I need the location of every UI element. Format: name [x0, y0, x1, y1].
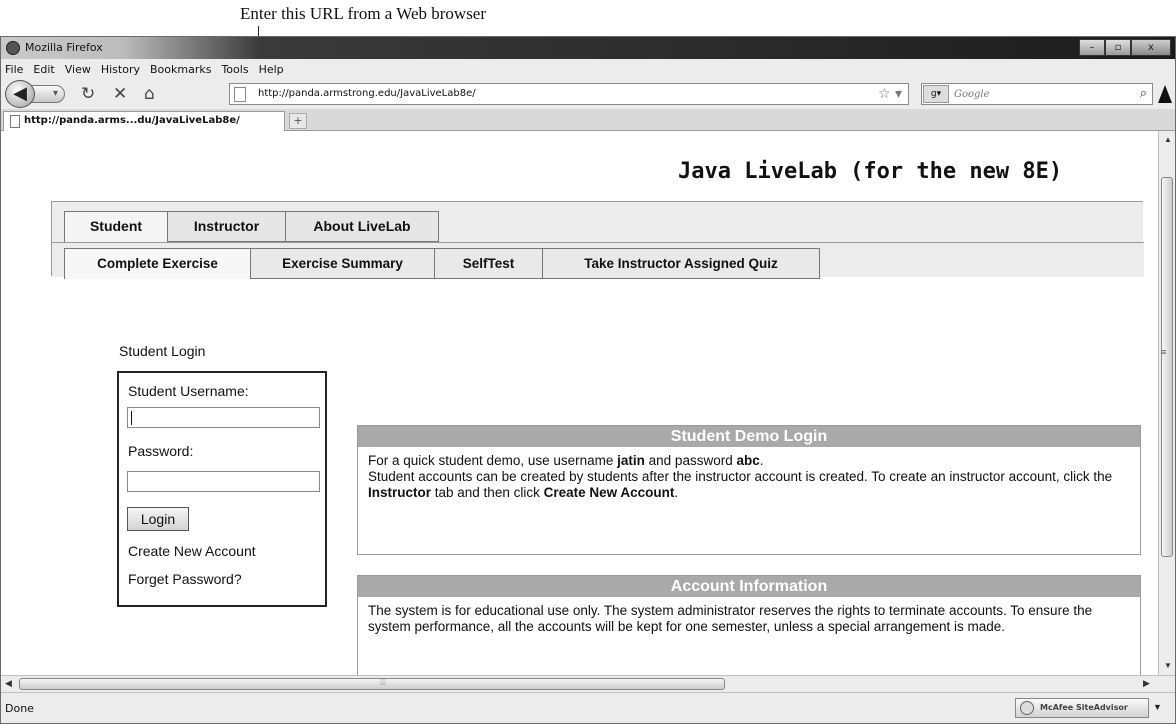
- horizontal-grip-icon: ⦙⦙⦙: [380, 677, 387, 687]
- demo-text-1: For a quick student demo, use username: [368, 453, 618, 468]
- scroll-left-arrow-icon[interactable]: ◀: [5, 678, 12, 689]
- demo-username: jatin: [617, 453, 645, 468]
- window-controls: – ▫ x: [1079, 39, 1171, 56]
- menu-bookmarks[interactable]: Bookmarks: [150, 63, 211, 76]
- tab-page-icon: [10, 115, 20, 128]
- stop-icon[interactable]: ✕: [113, 84, 127, 104]
- demo-create-word: Create New Account: [543, 485, 675, 500]
- account-information-title: Account Information: [358, 576, 1140, 597]
- scroll-right-arrow-icon[interactable]: ▶: [1143, 678, 1150, 689]
- scroll-up-arrow-icon[interactable]: ▲: [1164, 135, 1172, 144]
- browser-window: Mozilla Firefox – ▫ x File Edit View His…: [0, 36, 1176, 724]
- menu-edit[interactable]: Edit: [33, 63, 54, 76]
- reload-icon[interactable]: ↻: [81, 84, 95, 104]
- demo-text-3: .: [759, 453, 764, 468]
- student-demo-title: Student Demo Login: [358, 426, 1140, 447]
- minimize-button[interactable]: –: [1079, 39, 1105, 56]
- sub-tabs-row: Complete Exercise Exercise Summary SelfT…: [52, 242, 1144, 279]
- create-new-account-link[interactable]: Create New Account: [128, 543, 256, 559]
- tab-exercise-summary[interactable]: Exercise Summary: [250, 248, 434, 279]
- demo-instructor-word: Instructor: [368, 485, 432, 500]
- tab-panel: Student Instructor About LiveLab Complet…: [51, 201, 1144, 279]
- demo-password: abc: [736, 453, 760, 468]
- menu-file[interactable]: File: [5, 63, 23, 76]
- tab-take-instructor-assigned-quiz[interactable]: Take Instructor Assigned Quiz: [542, 248, 820, 279]
- url-annotation: Enter this URL from a Web browser: [240, 4, 487, 23]
- student-login-box: Student Username: Password: Login Create…: [117, 371, 327, 607]
- forward-dropdown-button[interactable]: ▾: [31, 85, 65, 103]
- page-icon: [234, 87, 246, 102]
- menu-view[interactable]: View: [65, 63, 91, 76]
- password-input[interactable]: [127, 471, 320, 492]
- new-tab-button[interactable]: +: [289, 113, 307, 129]
- forget-password-link[interactable]: Forget Password?: [128, 571, 242, 587]
- main-tabs: Student Instructor About LiveLab: [64, 211, 439, 242]
- google-icon[interactable]: g▾: [923, 85, 949, 103]
- navigation-toolbar: ▾ ◀ ↻ ✕ ⌂ http://panda.armstrong.edu/Jav…: [1, 79, 1175, 109]
- username-label: Student Username:: [128, 383, 249, 399]
- page-title: Java LiveLab (for the new 8E): [678, 159, 1063, 184]
- username-input[interactable]: [127, 407, 320, 428]
- page-content: Java LiveLab (for the new 8E) Student In…: [1, 131, 1158, 675]
- tab-student[interactable]: Student: [64, 211, 167, 242]
- horizontal-scroll-thumb[interactable]: ⦙⦙⦙: [19, 677, 725, 690]
- title-bar: Mozilla Firefox – ▫ x: [1, 37, 1175, 59]
- tab-selftest[interactable]: SelfTest: [434, 248, 542, 279]
- account-information-panel: Account Information The system is for ed…: [357, 575, 1141, 675]
- home-icon[interactable]: ⌂: [144, 84, 155, 104]
- browser-tab[interactable]: http://panda.arms...du/JavaLiveLab8e/: [3, 111, 285, 131]
- student-demo-text: For a quick student demo, use username j…: [358, 447, 1140, 501]
- scroll-down-arrow-icon[interactable]: ▼: [1164, 661, 1172, 670]
- horizontal-scrollbar[interactable]: ◀ ⦙⦙⦙ ▶: [1, 675, 1175, 692]
- menu-bar: File Edit View History Bookmarks Tools H…: [1, 59, 1175, 79]
- search-icon[interactable]: ⌕: [1140, 86, 1147, 101]
- status-text: Done: [5, 702, 34, 715]
- menu-tools[interactable]: Tools: [221, 63, 248, 76]
- tab-title[interactable]: http://panda.arms...du/JavaLiveLab8e/: [24, 115, 240, 126]
- tab-about-livelab[interactable]: About LiveLab: [285, 211, 439, 242]
- tab-strip: http://panda.arms...du/JavaLiveLab8e/ +: [1, 109, 1175, 131]
- menu-history[interactable]: History: [101, 63, 140, 76]
- mcafee-check-icon: [1020, 701, 1034, 715]
- search-placeholder[interactable]: Google: [954, 89, 990, 100]
- text-caret: [131, 411, 132, 425]
- address-bar[interactable]: http://panda.armstrong.edu/JavaLiveLab8e…: [229, 83, 909, 105]
- sub-tabs: Complete Exercise Exercise Summary SelfT…: [64, 248, 820, 279]
- student-demo-panel: Student Demo Login For a quick student d…: [357, 425, 1141, 555]
- status-bar: Done McAfee SiteAdvisor ▼: [1, 692, 1175, 723]
- tab-complete-exercise[interactable]: Complete Exercise: [64, 248, 250, 279]
- firefox-icon: [6, 41, 20, 55]
- mcafee-siteadvisor-button[interactable]: McAfee SiteAdvisor: [1015, 698, 1149, 718]
- demo-text-4: Student accounts can be created by stude…: [368, 469, 1113, 484]
- demo-text-2: and password: [644, 453, 737, 468]
- login-button[interactable]: Login: [127, 507, 189, 531]
- student-login-caption: Student Login: [119, 343, 206, 359]
- tab-instructor[interactable]: Instructor: [167, 211, 285, 242]
- vertical-grip-icon: ≡: [1161, 347, 1167, 357]
- close-button[interactable]: x: [1131, 39, 1171, 56]
- account-information-text: The system is for educational use only. …: [368, 603, 1093, 634]
- password-label: Password:: [128, 443, 194, 459]
- vertical-scroll-thumb[interactable]: [1161, 177, 1173, 557]
- demo-text-5: tab and then click: [431, 485, 544, 500]
- window-title: Mozilla Firefox: [25, 41, 103, 54]
- addon-icon[interactable]: [1158, 85, 1172, 103]
- demo-text-6: .: [674, 485, 679, 500]
- menu-help[interactable]: Help: [259, 63, 284, 76]
- bookmark-star-icon[interactable]: ☆ ▾: [878, 86, 902, 102]
- back-button[interactable]: ◀: [5, 80, 35, 108]
- mcafee-label: McAfee SiteAdvisor: [1040, 703, 1128, 712]
- address-url[interactable]: http://panda.armstrong.edu/JavaLiveLab8e…: [258, 88, 476, 99]
- vertical-scrollbar[interactable]: ▲ ≡ ▼: [1158, 131, 1175, 675]
- maximize-button[interactable]: ▫: [1105, 39, 1131, 56]
- mcafee-dropdown-icon[interactable]: ▼: [1153, 702, 1162, 712]
- search-bar[interactable]: Google ⌕: [921, 83, 1153, 105]
